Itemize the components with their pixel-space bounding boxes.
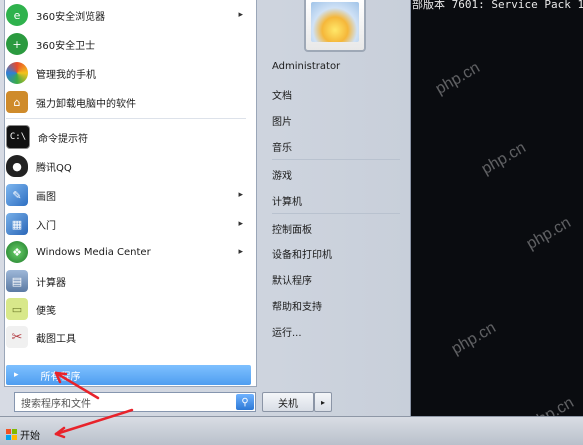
app-360-guard[interactable]: + 360安全卫士: [6, 32, 249, 56]
windows-logo-icon: [6, 428, 17, 440]
search-icon[interactable]: ⚲: [236, 394, 254, 410]
getting-started-icon: ▦: [6, 213, 28, 235]
app-label: 画图: [36, 191, 56, 203]
menu-separator: [6, 118, 246, 119]
app-command-prompt[interactable]: C:\ 命令提示符: [6, 125, 249, 149]
app-label: 命令提示符: [38, 133, 88, 145]
menu-separator: [272, 159, 400, 160]
start-button[interactable]: 开始: [6, 427, 40, 442]
app-label: 腾讯QQ: [36, 162, 72, 174]
all-programs-label: 所有程序: [40, 371, 81, 383]
start-menu: e 360安全浏览器 ▸ + 360安全卫士 管理我的手机 ⌂ 强力卸载电脑中的…: [0, 0, 411, 416]
games-link[interactable]: 游戏: [272, 167, 292, 182]
phone-manager-icon: [6, 62, 28, 84]
menu-separator: [272, 213, 400, 214]
submenu-arrow-icon: ▸: [238, 190, 243, 200]
uninstall-icon: ⌂: [6, 91, 28, 113]
app-label: 截图工具: [36, 333, 76, 345]
app-label: 便笺: [36, 305, 56, 317]
start-label: 开始: [20, 430, 40, 442]
app-label: 强力卸载电脑中的软件: [36, 98, 136, 110]
media-center-icon: ❖: [6, 241, 28, 263]
qq-icon: ●: [6, 155, 28, 177]
all-programs-button[interactable]: ▸ 所有程序: [6, 365, 251, 385]
system-version-text: 部版本 7601: Service Pack 1): [412, 0, 583, 11]
app-getting-started[interactable]: ▦ 入门 ▸: [6, 212, 249, 236]
search-placeholder: 搜索程序和文件: [21, 398, 91, 410]
shutdown-options-arrow-icon[interactable]: ▸: [314, 392, 332, 412]
user-name-link[interactable]: Administrator: [272, 61, 340, 72]
submenu-arrow-icon: ▸: [238, 247, 243, 257]
sticky-notes-icon: ▭: [6, 298, 28, 320]
shield-360-icon: +: [6, 33, 28, 55]
expand-arrow-icon: ▸: [14, 370, 19, 380]
search-input[interactable]: 搜索程序和文件 ⚲: [14, 392, 256, 412]
documents-link[interactable]: 文档: [272, 87, 292, 102]
run-link[interactable]: 运行...: [272, 324, 302, 339]
calculator-icon: ▤: [6, 270, 28, 292]
app-360-browser[interactable]: e 360安全浏览器 ▸: [6, 3, 249, 27]
app-paint[interactable]: ✎ 画图 ▸: [6, 183, 249, 207]
app-label: 管理我的手机: [36, 69, 96, 81]
app-calculator[interactable]: ▤ 计算器: [6, 269, 249, 293]
shutdown-button[interactable]: 关机: [262, 392, 314, 412]
taskbar: [0, 416, 583, 445]
app-label: Windows Media Center: [36, 246, 151, 258]
app-label: 入门: [36, 220, 56, 232]
cmd-icon: C:\: [6, 125, 30, 149]
submenu-arrow-icon: ▸: [238, 219, 243, 229]
help-support-link[interactable]: 帮助和支持: [272, 298, 322, 313]
app-uninstaller[interactable]: ⌂ 强力卸载电脑中的软件: [6, 90, 249, 114]
app-label: 360安全卫士: [36, 40, 96, 52]
app-windows-media-center[interactable]: ❖ Windows Media Center ▸: [6, 240, 249, 264]
browser-360-icon: e: [6, 4, 28, 26]
computer-link[interactable]: 计算机: [272, 193, 302, 208]
music-link[interactable]: 音乐: [272, 139, 292, 154]
app-label: 计算器: [36, 277, 66, 289]
default-programs-link[interactable]: 默认程序: [272, 272, 312, 287]
devices-printers-link[interactable]: 设备和打印机: [272, 246, 332, 261]
paint-icon: ✎: [6, 184, 28, 206]
control-panel-link[interactable]: 控制面板: [272, 221, 312, 236]
app-snipping-tool[interactable]: ✂ 截图工具: [6, 325, 249, 349]
user-avatar[interactable]: [304, 0, 366, 52]
flower-picture-icon: [311, 2, 359, 42]
snipping-tool-icon: ✂: [6, 326, 28, 348]
app-phone-manager[interactable]: 管理我的手机: [6, 61, 249, 85]
pictures-link[interactable]: 图片: [272, 113, 292, 128]
app-sticky-notes[interactable]: ▭ 便笺: [6, 297, 249, 321]
app-qq[interactable]: ● 腾讯QQ: [6, 154, 249, 178]
app-label: 360安全浏览器: [36, 11, 106, 23]
submenu-arrow-icon: ▸: [238, 10, 243, 20]
